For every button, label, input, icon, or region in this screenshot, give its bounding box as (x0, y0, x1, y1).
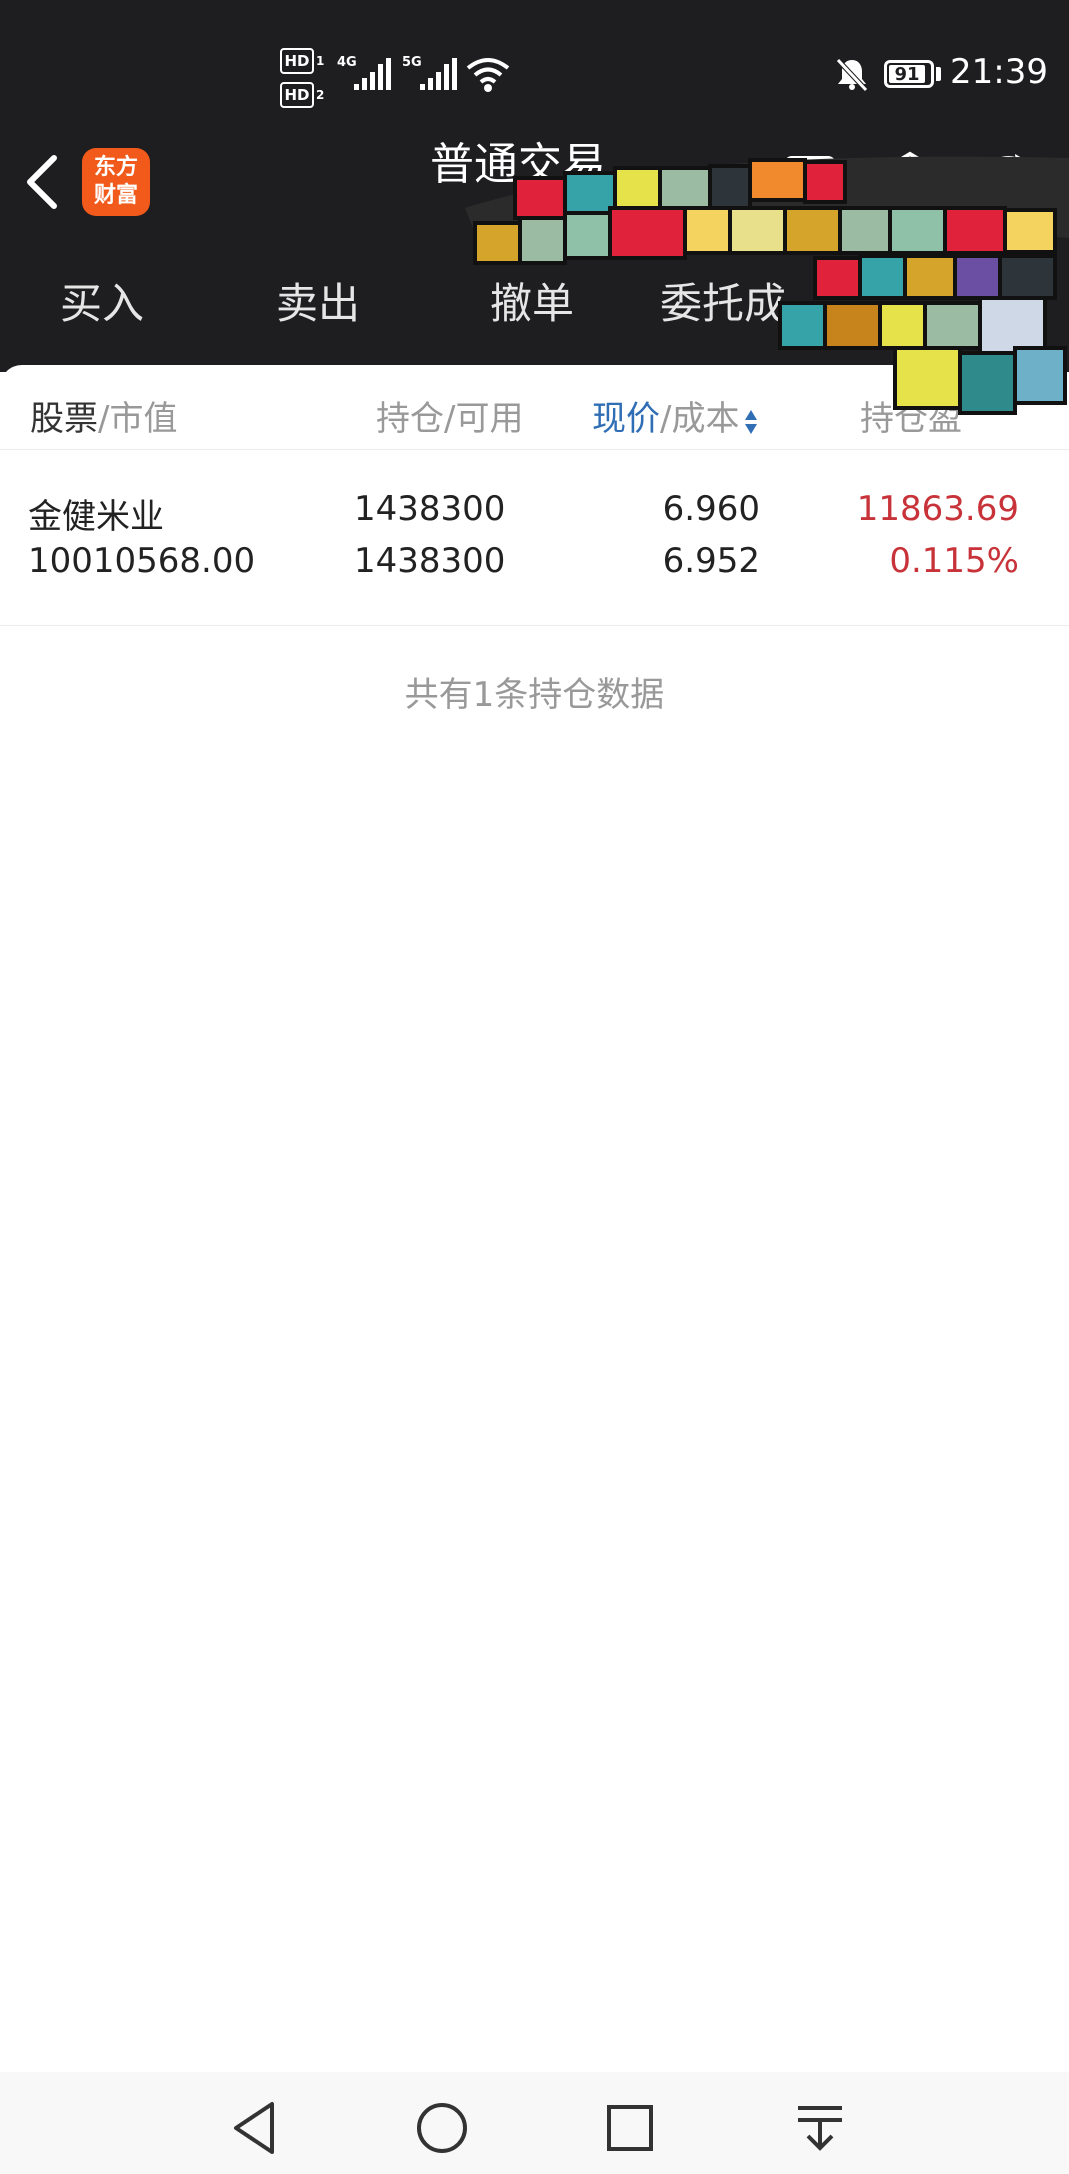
position-quantity: 1438300 (354, 489, 506, 529)
current-price: 6.960 (662, 489, 760, 529)
settings-icon (886, 151, 934, 209)
header-stock-label: 股票 (30, 399, 98, 439)
sim1-hd-badge: HD (280, 48, 314, 74)
header-cost-label: /成本 (660, 399, 740, 439)
system-navigation-bar (0, 2072, 1069, 2174)
nav-home-button[interactable] (412, 2098, 472, 2158)
nav-recent-icon (607, 2105, 653, 2151)
refresh-button[interactable] (975, 148, 1041, 214)
notifications-off-icon (836, 58, 868, 92)
holdings-table-header: 股票/市值 持仓/可用 现价/成本 持仓盈 (0, 365, 1069, 450)
tab-order-filled[interactable]: 委托成 (660, 270, 786, 331)
nav-back-button[interactable] (226, 2098, 286, 2158)
position-pnl: 11863.69 (856, 489, 1019, 529)
position-pnl-percent: 0.115% (889, 541, 1019, 581)
back-button[interactable] (20, 150, 64, 214)
battery-nub (936, 67, 941, 81)
nav-back-icon (234, 2102, 274, 2154)
market-value: 10010568.00 (28, 541, 256, 581)
logo-text-line1: 东方 (93, 155, 138, 180)
wifi-icon (466, 58, 510, 92)
sim2-index: 2 (316, 88, 325, 102)
header-market-value-label: /市值 (98, 399, 178, 439)
table-row[interactable]: 金健米业 10010568.00 1438300 1438300 6.960 6… (0, 449, 1069, 626)
sim1-index: 1 (316, 54, 325, 68)
holdings-count-note: 共有1条持仓数据 (404, 675, 665, 715)
stock-name: 金健米业 (28, 497, 164, 537)
scan-button[interactable] (780, 150, 840, 210)
back-icon (27, 155, 57, 209)
tab-buy[interactable]: 买入 (60, 270, 144, 331)
tab-cancel-order[interactable]: 撤单 (490, 270, 574, 331)
tab-sell[interactable]: 卖出 (276, 270, 360, 331)
settings-button[interactable] (880, 150, 940, 210)
nav-home-icon (417, 2103, 467, 2153)
holdings-panel: 股票/市值 持仓/可用 现价/成本 持仓盈 金健米业 10010568.00 1… (0, 365, 1069, 2174)
column-header-pnl[interactable]: 持仓盈 (860, 391, 962, 440)
sort-icon (743, 406, 759, 436)
app-logo: 东方 财富 (82, 148, 150, 216)
column-header-price[interactable]: 现价/成本 (592, 391, 759, 440)
column-header-stock[interactable]: 股票/市值 (30, 391, 177, 440)
logo-text-line2: 财富 (93, 183, 138, 208)
signal-icon (354, 58, 391, 90)
status-bar: HD 1 HD 2 4G 5G 91 21:39 (0, 0, 1069, 140)
nav-recent-button[interactable] (600, 2098, 660, 2158)
cost-price: 6.952 (662, 541, 760, 581)
battery-level: 91 (889, 65, 926, 85)
scan-icon (784, 156, 836, 204)
available-quantity: 1438300 (354, 541, 506, 581)
sim2-hd-badge: HD (280, 82, 314, 108)
trade-tabs: 买入 卖出 撤单 委托成 (0, 270, 1069, 350)
clock: 21:39 (950, 52, 1048, 92)
header-price-label: 现价 (592, 399, 660, 439)
refresh-icon (983, 154, 1033, 206)
signal-icon-2 (420, 58, 457, 90)
nav-notification-icon (798, 2106, 842, 2151)
nav-notification-button[interactable] (790, 2098, 850, 2158)
page-title: 普通交易 (430, 139, 606, 190)
battery-indicator: 91 (884, 60, 934, 88)
column-header-position[interactable]: 持仓/可用 (376, 391, 523, 440)
